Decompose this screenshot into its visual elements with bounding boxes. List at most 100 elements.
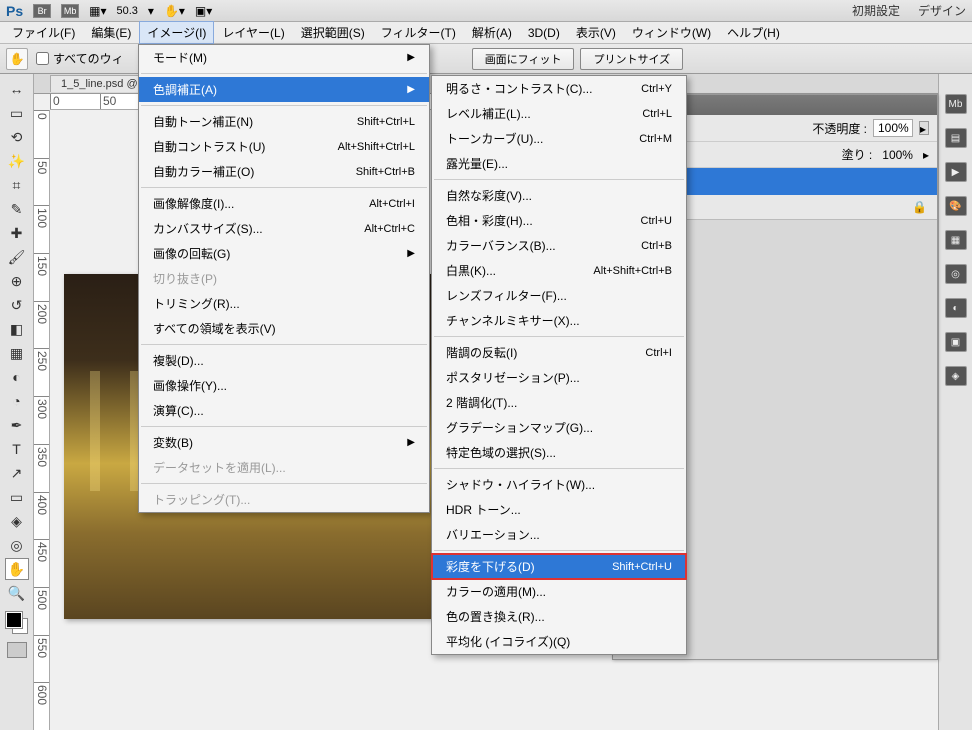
- menu-select[interactable]: 選択範囲(S): [293, 21, 373, 44]
- menu-item-image-size[interactable]: 画像解像度(I)...Alt+Ctrl+I: [139, 191, 429, 216]
- dock-icon-history[interactable]: ▤: [945, 128, 967, 148]
- menu-item-color-balance[interactable]: カラーバランス(B)...Ctrl+B: [432, 233, 686, 258]
- menu-3d[interactable]: 3D(D): [520, 23, 568, 43]
- bridge-icon[interactable]: Br: [33, 4, 51, 18]
- workspace-initial[interactable]: 初期設定: [852, 2, 900, 19]
- dock-icon-swatches[interactable]: ▦: [945, 230, 967, 250]
- menu-item-match-color[interactable]: カラーの適用(M)...: [432, 579, 686, 604]
- film-icon[interactable]: ▦▾: [89, 4, 106, 18]
- menu-item-photo-filter[interactable]: レンズフィルター(F)...: [432, 283, 686, 308]
- menu-item-rotate[interactable]: 画像の回転(G)▶: [139, 241, 429, 266]
- zoom-arrow-icon[interactable]: ▾: [148, 4, 154, 18]
- heal-tool[interactable]: ✚: [5, 222, 29, 244]
- menu-item-calculations[interactable]: 演算(C)...: [139, 398, 429, 423]
- menu-filter[interactable]: フィルター(T): [373, 21, 464, 44]
- menu-item-selective-color[interactable]: 特定色域の選択(S)...: [432, 440, 686, 465]
- current-tool-icon[interactable]: ✋: [6, 48, 28, 70]
- path-tool[interactable]: ↗: [5, 462, 29, 484]
- scroll-all-checkbox[interactable]: すべてのウィ: [36, 50, 124, 67]
- brush-tool[interactable]: 🖌: [5, 246, 29, 268]
- dock-icon-layers[interactable]: ◈: [945, 366, 967, 386]
- zoom-value[interactable]: 50.3: [117, 5, 138, 17]
- 3d-tool[interactable]: ◈: [5, 510, 29, 532]
- menu-item-variations[interactable]: バリエーション...: [432, 522, 686, 547]
- quick-mask-icon[interactable]: [7, 642, 27, 658]
- pen-tool[interactable]: ✒: [5, 414, 29, 436]
- crop-tool[interactable]: ⌗: [5, 174, 29, 196]
- foreground-swatch[interactable]: [6, 612, 22, 628]
- menu-item-channel-mixer[interactable]: チャンネルミキサー(X)...: [432, 308, 686, 333]
- menu-window[interactable]: ウィンドウ(W): [624, 21, 719, 44]
- print-size-button[interactable]: プリントサイズ: [580, 48, 683, 70]
- menu-analysis[interactable]: 解析(A): [464, 21, 520, 44]
- menu-item-vibrance[interactable]: 自然な彩度(V)...: [432, 183, 686, 208]
- menu-item-threshold[interactable]: 2 階調化(T)...: [432, 390, 686, 415]
- scroll-all-input[interactable]: [36, 52, 49, 65]
- type-tool[interactable]: T: [5, 438, 29, 460]
- blur-tool[interactable]: ◐: [5, 366, 29, 388]
- menu-item-canvas-size[interactable]: カンバスサイズ(S)...Alt+Ctrl+C: [139, 216, 429, 241]
- workspace-design[interactable]: デザイン: [918, 2, 966, 19]
- hand-icon[interactable]: ✋▾: [164, 4, 185, 18]
- opacity-flyout-icon[interactable]: ▸: [919, 121, 929, 135]
- minibridge-icon[interactable]: Mb: [61, 4, 79, 18]
- menu-image[interactable]: イメージ(I): [139, 21, 214, 44]
- dodge-tool[interactable]: ◔: [5, 390, 29, 412]
- wand-tool[interactable]: ✨: [5, 150, 29, 172]
- menu-item-mode[interactable]: モード(M)▶: [139, 45, 429, 70]
- menu-item-auto-color[interactable]: 自動カラー補正(O)Shift+Ctrl+B: [139, 159, 429, 184]
- menu-layer[interactable]: レイヤー(L): [214, 21, 292, 44]
- dock-icon-actions[interactable]: ▶: [945, 162, 967, 182]
- menu-item-equalize[interactable]: 平均化 (イコライズ)(Q): [432, 629, 686, 654]
- menu-item-hdr[interactable]: HDR トーン...: [432, 497, 686, 522]
- stamp-tool[interactable]: ⊕: [5, 270, 29, 292]
- menu-item-auto-contrast[interactable]: 自動コントラスト(U)Alt+Shift+Ctrl+L: [139, 134, 429, 159]
- eyedropper-tool[interactable]: ✎: [5, 198, 29, 220]
- menu-item-shadows[interactable]: シャドウ・ハイライト(W)...: [432, 472, 686, 497]
- menu-item-gradient-map[interactable]: グラデーションマップ(G)...: [432, 415, 686, 440]
- ruler-vertical: 050100150200250300350400450500550600: [34, 110, 50, 730]
- fit-screen-button[interactable]: 画面にフィット: [472, 48, 575, 70]
- menu-item-trim[interactable]: トリミング(R)...: [139, 291, 429, 316]
- zoom-tool[interactable]: 🔍: [5, 582, 29, 604]
- dock-icon-mb[interactable]: Mb: [945, 94, 967, 114]
- dock-icon-color[interactable]: 🎨: [945, 196, 967, 216]
- dock-icon-adjustments[interactable]: ◐: [945, 298, 967, 318]
- menu-item-posterize[interactable]: ポスタリゼーション(P)...: [432, 365, 686, 390]
- menu-edit[interactable]: 編集(E): [83, 21, 139, 44]
- fill-value[interactable]: 100%: [882, 148, 913, 162]
- menu-item-adjustments[interactable]: 色調補正(A)▶: [139, 77, 429, 102]
- menu-item-duplicate[interactable]: 複製(D)...: [139, 348, 429, 373]
- move-tool[interactable]: ↔: [5, 78, 29, 100]
- menu-item-curves[interactable]: トーンカーブ(U)...Ctrl+M: [432, 126, 686, 151]
- shape-tool[interactable]: ▭: [5, 486, 29, 508]
- history-brush-tool[interactable]: ↺: [5, 294, 29, 316]
- menu-item-desaturate[interactable]: 彩度を下げる(D)Shift+Ctrl+U: [432, 554, 686, 579]
- menu-item-invert[interactable]: 階調の反転(I)Ctrl+I: [432, 340, 686, 365]
- menu-file[interactable]: ファイル(F): [4, 21, 83, 44]
- color-swatch[interactable]: [6, 612, 28, 634]
- menu-item-bw[interactable]: 白黒(K)...Alt+Shift+Ctrl+B: [432, 258, 686, 283]
- screen-mode-icon[interactable]: ▣▾: [195, 4, 212, 18]
- menu-item-auto-tone[interactable]: 自動トーン補正(N)Shift+Ctrl+L: [139, 109, 429, 134]
- fill-flyout-icon[interactable]: ▸: [923, 148, 929, 162]
- menu-item-apply-image[interactable]: 画像操作(Y)...: [139, 373, 429, 398]
- menu-item-reveal-all[interactable]: すべての領域を表示(V): [139, 316, 429, 341]
- lasso-tool[interactable]: ⟲: [5, 126, 29, 148]
- marquee-tool[interactable]: ▭: [5, 102, 29, 124]
- menu-help[interactable]: ヘルプ(H): [719, 21, 788, 44]
- dock-icon-styles[interactable]: ◎: [945, 264, 967, 284]
- eraser-tool[interactable]: ◧: [5, 318, 29, 340]
- menu-item-levels[interactable]: レベル補正(L)...Ctrl+L: [432, 101, 686, 126]
- menu-item-brightness[interactable]: 明るさ・コントラスト(C)...Ctrl+Y: [432, 76, 686, 101]
- menu-view[interactable]: 表示(V): [568, 21, 624, 44]
- opacity-value[interactable]: 100%: [873, 119, 913, 137]
- menu-item-variables[interactable]: 変数(B)▶: [139, 430, 429, 455]
- menu-item-hue[interactable]: 色相・彩度(H)...Ctrl+U: [432, 208, 686, 233]
- dock-icon-masks[interactable]: ▣: [945, 332, 967, 352]
- camera-tool[interactable]: ◎: [5, 534, 29, 556]
- menu-item-exposure[interactable]: 露光量(E)...: [432, 151, 686, 176]
- hand-tool[interactable]: ✋: [5, 558, 29, 580]
- gradient-tool[interactable]: ▦: [5, 342, 29, 364]
- menu-item-replace-color[interactable]: 色の置き換え(R)...: [432, 604, 686, 629]
